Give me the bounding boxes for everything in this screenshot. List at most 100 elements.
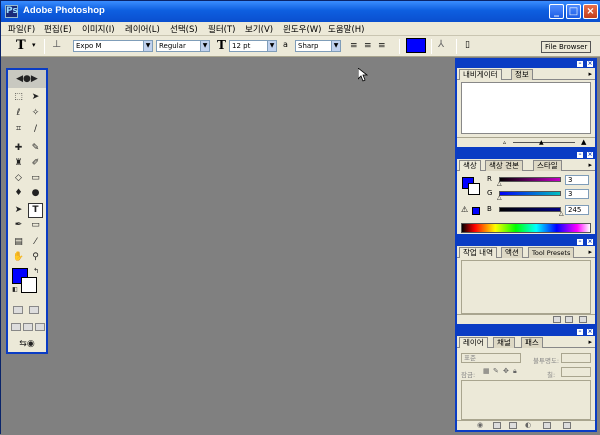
slider-thumb-icon[interactable]: △ (497, 194, 502, 201)
crop-tool-icon[interactable]: ⌗ (11, 122, 26, 137)
blue-slider-track[interactable] (499, 207, 561, 212)
slider-thumb-icon[interactable]: △ (559, 210, 564, 217)
align-right-icon[interactable]: ≡ (378, 41, 386, 51)
antialias-select[interactable]: Sharp ▼ (295, 40, 341, 52)
file-browser-button[interactable]: File Browser (541, 41, 592, 53)
fill-field[interactable] (561, 367, 591, 377)
jump-to-imageready-icon[interactable]: ⇆◉ (11, 337, 43, 352)
path-selection-tool-icon[interactable]: ➤ (11, 203, 26, 218)
slice-tool-icon[interactable]: ∕ (28, 122, 43, 137)
zoom-slider-thumb-icon[interactable]: ▲ (539, 139, 544, 146)
menu-select[interactable]: 선택(S) (170, 23, 198, 35)
minimize-panel-icon[interactable]: – (576, 151, 584, 159)
tab-channels[interactable]: 채널 (493, 337, 515, 348)
tab-paths[interactable]: 패스 (521, 337, 543, 348)
standard-mode-icon[interactable] (13, 306, 23, 314)
panel-title-bar[interactable]: – × (457, 60, 595, 68)
blend-mode-select[interactable]: 표준 (461, 353, 521, 363)
minimize-panel-icon[interactable]: – (576, 60, 584, 68)
full-screen-menu-mode-icon[interactable] (23, 323, 33, 331)
photoshop-app-icon[interactable]: Ps (5, 5, 18, 18)
menu-help[interactable]: 도움말(H) (328, 23, 364, 35)
panel-title-bar[interactable]: – × (457, 151, 595, 159)
history-brush-tool-icon[interactable]: ✐ (28, 156, 43, 171)
align-center-icon[interactable]: ≡ (364, 41, 372, 51)
background-color-swatch[interactable] (21, 277, 37, 293)
tab-history[interactable]: 작업 내역 (459, 247, 497, 258)
lasso-tool-icon[interactable]: ℓ (11, 106, 26, 121)
tab-styles[interactable]: 스타일 (533, 160, 562, 171)
new-document-from-state-icon[interactable] (553, 316, 561, 323)
eraser-tool-icon[interactable]: ◇ (11, 171, 26, 186)
minimize-panel-icon[interactable]: – (576, 328, 584, 336)
quick-mask-mode-icon[interactable] (29, 306, 39, 314)
add-mask-icon[interactable] (493, 422, 501, 429)
tab-info[interactable]: 정보 (511, 69, 533, 80)
menu-window[interactable]: 윈도우(W) (283, 23, 322, 35)
preset-dropdown-arrow-icon[interactable]: ▾ (32, 41, 36, 49)
layer-style-icon[interactable]: ◉ (477, 421, 483, 429)
gradient-tool-icon[interactable]: ▭ (28, 171, 43, 186)
tab-navigator[interactable]: 내비게이터 (459, 69, 502, 80)
swap-colors-icon[interactable]: ↰ (31, 266, 41, 276)
zoom-out-icon[interactable]: ▵ (503, 139, 506, 146)
menu-edit[interactable]: 편집(E) (44, 23, 72, 35)
panel-menu-icon[interactable]: ▸ (588, 338, 592, 346)
zoom-in-icon[interactable]: ▲ (581, 138, 586, 146)
new-layer-icon[interactable] (543, 422, 551, 429)
menu-view[interactable]: 보기(V) (245, 23, 273, 35)
panel-menu-icon[interactable]: ▸ (588, 161, 592, 169)
default-colors-icon[interactable]: ◧ (11, 286, 19, 294)
palettes-icon[interactable]: ▯ (465, 40, 470, 50)
tab-actions[interactable]: 액션 (501, 247, 523, 258)
green-slider-track[interactable] (499, 191, 561, 196)
close-panel-icon[interactable]: × (586, 328, 594, 336)
lock-position-icon[interactable]: ✥ (503, 367, 509, 375)
tab-layers[interactable]: 레이어 (459, 337, 488, 348)
green-value-field[interactable]: 3 (565, 189, 589, 199)
menu-image[interactable]: 이미지(I) (82, 23, 115, 35)
dodge-tool-icon[interactable]: ● (28, 186, 43, 201)
title-bar[interactable]: Ps Adobe Photoshop _ □ × (1, 1, 600, 22)
red-slider-track[interactable] (499, 177, 561, 182)
panel-menu-icon[interactable]: ▸ (588, 248, 592, 256)
tab-color[interactable]: 색상 (459, 160, 481, 171)
align-left-icon[interactable]: ≡ (350, 41, 358, 51)
blue-value-field[interactable]: 245 (565, 205, 589, 215)
hand-tool-icon[interactable]: ✋ (11, 250, 26, 265)
marquee-tool-icon[interactable]: ⬚ (11, 90, 26, 105)
menu-filter[interactable]: 필터(T) (208, 23, 235, 35)
close-button[interactable]: × (583, 4, 598, 19)
minimize-panel-icon[interactable]: – (576, 238, 584, 246)
move-tool-icon[interactable]: ➤ (28, 90, 43, 105)
history-list[interactable] (461, 260, 591, 314)
menu-layer[interactable]: 레이어(L) (125, 23, 160, 35)
close-panel-icon[interactable]: × (586, 151, 594, 159)
menu-file[interactable]: 파일(F) (8, 23, 35, 35)
tab-tool-presets[interactable]: Tool Presets (528, 247, 575, 258)
eyedropper-tool-icon[interactable]: ⁄ (28, 235, 43, 250)
text-color-swatch[interactable] (406, 38, 426, 53)
lock-image-icon[interactable]: ✎ (493, 367, 499, 375)
panel-title-bar[interactable]: – × (457, 328, 595, 336)
brush-tool-icon[interactable]: ✎ (28, 141, 43, 156)
lock-transparent-icon[interactable]: ▦ (483, 367, 490, 375)
close-panel-icon[interactable]: × (586, 238, 594, 246)
full-screen-mode-icon[interactable] (35, 323, 45, 331)
pen-tool-icon[interactable]: ✒ (11, 218, 26, 233)
healing-brush-tool-icon[interactable]: ✚ (11, 141, 26, 156)
close-panel-icon[interactable]: × (586, 60, 594, 68)
notes-tool-icon[interactable]: ▤ (11, 235, 26, 250)
lock-all-icon[interactable]: 🔒︎ (513, 367, 517, 376)
clone-stamp-tool-icon[interactable]: ♜ (11, 156, 26, 171)
font-style-select[interactable]: Regular ▼ (156, 40, 210, 52)
color-ramp[interactable] (461, 223, 591, 233)
adjustment-layer-icon[interactable]: ◐ (525, 421, 531, 429)
shape-tool-icon[interactable]: ▭ (28, 218, 43, 233)
blur-tool-icon[interactable]: ♦ (11, 186, 26, 201)
maximize-button[interactable]: □ (566, 4, 581, 19)
new-snapshot-icon[interactable] (565, 316, 573, 323)
delete-layer-icon[interactable] (563, 422, 571, 429)
font-family-select[interactable]: Expo M ▼ (73, 40, 153, 52)
adobe-online-icon[interactable]: ◀●▶ (13, 73, 41, 85)
